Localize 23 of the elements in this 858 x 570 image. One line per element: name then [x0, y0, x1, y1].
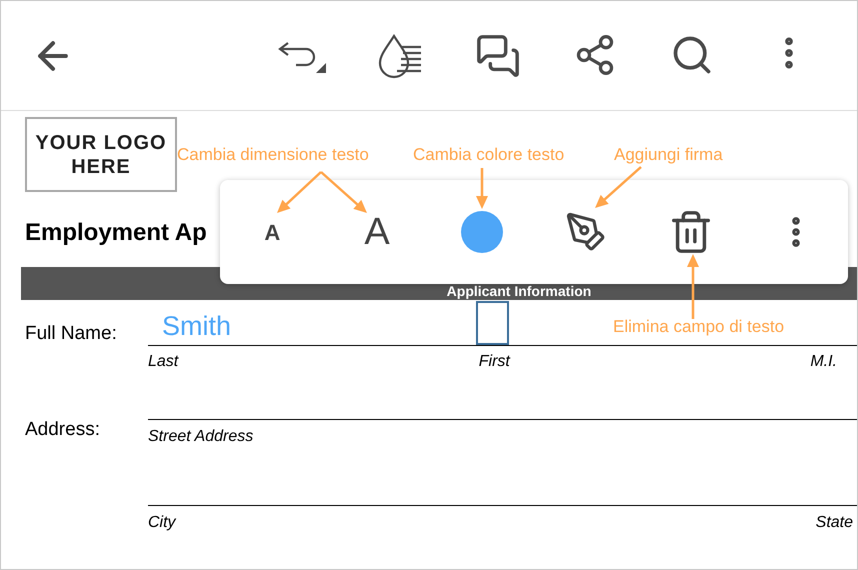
increase-text-size-button[interactable]: A [364, 204, 390, 260]
annotation-arrow [687, 254, 699, 319]
comments-icon[interactable] [474, 32, 520, 78]
decrease-text-size-button[interactable]: A [264, 216, 280, 248]
field-label: Full Name: [25, 322, 118, 346]
annotation-label: Cambia colore testo [413, 144, 564, 166]
annotation-label: Aggiungi firma [614, 144, 723, 166]
annotation-arrow [595, 166, 642, 208]
text-color-swatch-icon[interactable] [460, 211, 503, 253]
field-caption: M.I. [810, 352, 837, 372]
annotation-label: Elimina campo di testo [613, 316, 784, 338]
field-label: Address: [25, 418, 101, 442]
logo-field: YOUR LOGO HERE [25, 117, 177, 192]
field-caption: Last [148, 352, 178, 372]
field-caption: City [148, 513, 176, 533]
field-caption: First [478, 352, 510, 372]
annotation-label: Cambia dimensione testo [177, 144, 369, 166]
document-title: Employment Ap [25, 218, 207, 248]
annotation-arrow [476, 168, 488, 209]
pen-nib-icon[interactable] [565, 211, 608, 253]
empty-text-field[interactable] [476, 301, 509, 345]
field-caption: State [816, 513, 853, 533]
field-caption: Street Address [148, 427, 254, 447]
